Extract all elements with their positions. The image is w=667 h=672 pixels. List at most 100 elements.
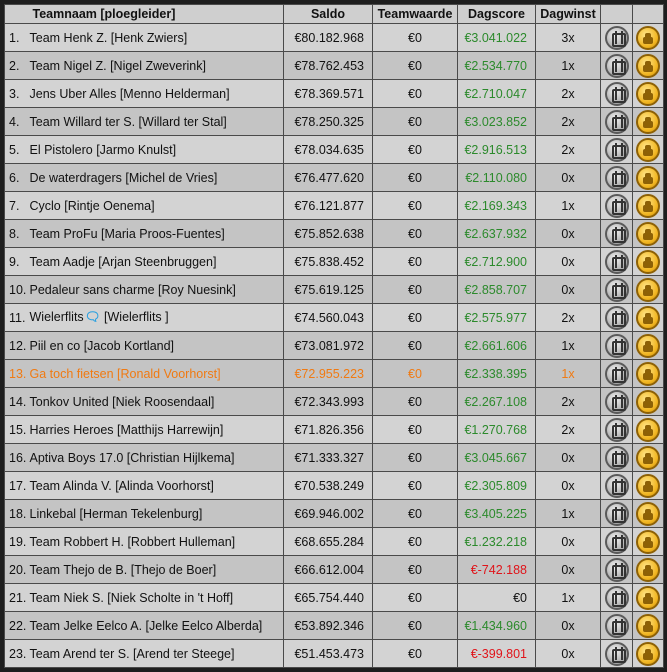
money-bag-icon[interactable] — [636, 641, 660, 666]
team-name[interactable]: Team Jelke Eelco A. [Jelke Eelco Alberda… — [30, 619, 263, 633]
money-bag-icon[interactable] — [636, 585, 660, 610]
team-shirt-icon[interactable] — [604, 277, 629, 302]
team-action-cell[interactable] — [600, 639, 633, 668]
cash-action-cell[interactable] — [632, 303, 664, 332]
team-name[interactable]: Piil en co [Jacob Kortland] — [30, 339, 175, 353]
team-name[interactable]: Harries Heroes [Matthijs Harrewijn] — [30, 423, 224, 437]
team-action-cell[interactable] — [600, 303, 633, 332]
team-action-cell[interactable] — [600, 79, 633, 108]
money-bag-icon[interactable] — [636, 165, 660, 190]
team-action-cell[interactable] — [600, 331, 633, 360]
money-bag-icon[interactable] — [636, 445, 660, 470]
money-bag-icon[interactable] — [636, 53, 660, 78]
cash-action-cell[interactable] — [632, 555, 664, 584]
team-name[interactable]: De waterdragers [Michel de Vries] — [30, 171, 218, 185]
team-action-cell[interactable] — [600, 499, 633, 528]
cash-action-cell[interactable] — [632, 359, 664, 388]
cash-action-cell[interactable] — [632, 471, 664, 500]
team-shirt-icon[interactable] — [604, 137, 629, 162]
money-bag-icon[interactable] — [636, 389, 660, 414]
team-name-cell[interactable]: Wielerflits🗨 [Wielerflits ] — [28, 303, 284, 332]
team-shirt-icon[interactable] — [604, 473, 629, 498]
team-action-cell[interactable] — [600, 275, 633, 304]
team-shirt-icon[interactable] — [604, 417, 629, 442]
team-shirt-icon[interactable] — [604, 25, 629, 50]
team-name[interactable]: Team Thejo de B. [Thejo de Boer] — [30, 563, 217, 577]
team-name[interactable]: Jens Uber Alles [Menno Helderman] — [30, 87, 230, 101]
team-name[interactable]: Team Willard ter S. [Willard ter Stal] — [30, 115, 227, 129]
money-bag-icon[interactable] — [636, 613, 660, 638]
team-action-cell[interactable] — [600, 107, 633, 136]
money-bag-icon[interactable] — [636, 333, 660, 358]
team-name[interactable]: Wielerflits — [30, 310, 84, 324]
money-bag-icon[interactable] — [636, 501, 660, 526]
team-shirt-icon[interactable] — [604, 81, 629, 106]
team-action-cell[interactable] — [600, 527, 633, 556]
cash-action-cell[interactable] — [632, 527, 664, 556]
team-name-cell[interactable]: Jens Uber Alles [Menno Helderman] — [28, 79, 284, 108]
team-action-cell[interactable] — [600, 611, 633, 640]
money-bag-icon[interactable] — [636, 473, 660, 498]
team-name-cell[interactable]: Team Robbert H. [Robbert Hulleman] — [28, 527, 284, 556]
team-action-cell[interactable] — [600, 135, 633, 164]
team-name-cell[interactable]: Tonkov United [Niek Roosendaal] — [28, 387, 284, 416]
team-action-cell[interactable] — [600, 23, 633, 52]
header-teamnaam[interactable]: Teamnaam [ploegleider] — [28, 4, 284, 24]
team-action-cell[interactable] — [600, 219, 633, 248]
team-shirt-icon[interactable] — [604, 389, 629, 414]
team-action-cell[interactable] — [600, 471, 633, 500]
team-action-cell[interactable] — [600, 415, 633, 444]
team-name[interactable]: Cyclo [Rintje Oenema] — [30, 199, 155, 213]
team-shirt-icon[interactable] — [604, 333, 629, 358]
team-name[interactable]: El Pistolero [Jarmo Knulst] — [30, 143, 177, 157]
cash-action-cell[interactable] — [632, 639, 664, 668]
team-shirt-icon[interactable] — [604, 613, 629, 638]
team-shirt-icon[interactable] — [604, 109, 629, 134]
cash-action-cell[interactable] — [632, 247, 664, 276]
cash-action-cell[interactable] — [632, 583, 664, 612]
team-shirt-icon[interactable] — [604, 193, 629, 218]
team-name-cell[interactable]: Team Arend ter S. [Arend ter Steege] — [28, 639, 284, 668]
money-bag-icon[interactable] — [636, 193, 660, 218]
team-name-cell[interactable]: Linkebal [Herman Tekelenburg] — [28, 499, 284, 528]
team-name-cell[interactable]: Piil en co [Jacob Kortland] — [28, 331, 284, 360]
cash-action-cell[interactable] — [632, 79, 664, 108]
cash-action-cell[interactable] — [632, 163, 664, 192]
team-shirt-icon[interactable] — [604, 165, 629, 190]
header-saldo[interactable]: Saldo — [283, 4, 373, 24]
header-dagwinst[interactable]: Dagwinst — [535, 4, 601, 24]
team-name-cell[interactable]: El Pistolero [Jarmo Knulst] — [28, 135, 284, 164]
team-shirt-icon[interactable] — [604, 249, 629, 274]
money-bag-icon[interactable] — [636, 529, 660, 554]
team-shirt-icon[interactable] — [604, 557, 629, 582]
team-name[interactable]: Tonkov United [Niek Roosendaal] — [30, 395, 215, 409]
money-bag-icon[interactable] — [636, 109, 660, 134]
team-name-cell[interactable]: Team ProFu [Maria Proos-Fuentes] — [28, 219, 284, 248]
team-name-cell[interactable]: De waterdragers [Michel de Vries] — [28, 163, 284, 192]
team-shirt-icon[interactable] — [604, 641, 629, 666]
money-bag-icon[interactable] — [636, 25, 660, 50]
team-name-cell[interactable]: Team Willard ter S. [Willard ter Stal] — [28, 107, 284, 136]
team-name-cell[interactable]: Team Jelke Eelco A. [Jelke Eelco Alberda… — [28, 611, 284, 640]
money-bag-icon[interactable] — [636, 81, 660, 106]
cash-action-cell[interactable] — [632, 331, 664, 360]
money-bag-icon[interactable] — [636, 277, 660, 302]
cash-action-cell[interactable] — [632, 275, 664, 304]
team-name-cell[interactable]: Team Aadje [Arjan Steenbruggen] — [28, 247, 284, 276]
cash-action-cell[interactable] — [632, 135, 664, 164]
header-dagscore[interactable]: Dagscore — [457, 4, 536, 24]
cash-action-cell[interactable] — [632, 23, 664, 52]
cash-action-cell[interactable] — [632, 219, 664, 248]
cash-action-cell[interactable] — [632, 107, 664, 136]
team-name-cell[interactable]: Team Niek S. [Niek Scholte in 't Hoff] — [28, 583, 284, 612]
team-action-cell[interactable] — [600, 51, 633, 80]
money-bag-icon[interactable] — [636, 305, 660, 330]
team-shirt-icon[interactable] — [604, 361, 629, 386]
team-shirt-icon[interactable] — [604, 445, 629, 470]
team-name-cell[interactable]: Cyclo [Rintje Oenema] — [28, 191, 284, 220]
team-name[interactable]: Team Aadje [Arjan Steenbruggen] — [30, 255, 217, 269]
cash-action-cell[interactable] — [632, 443, 664, 472]
team-name[interactable]: Aptiva Boys 17.0 [Christian Hijlkema] — [30, 451, 235, 465]
money-bag-icon[interactable] — [636, 249, 660, 274]
team-name[interactable]: Team Nigel Z. [Nigel Zweverink] — [30, 59, 206, 73]
